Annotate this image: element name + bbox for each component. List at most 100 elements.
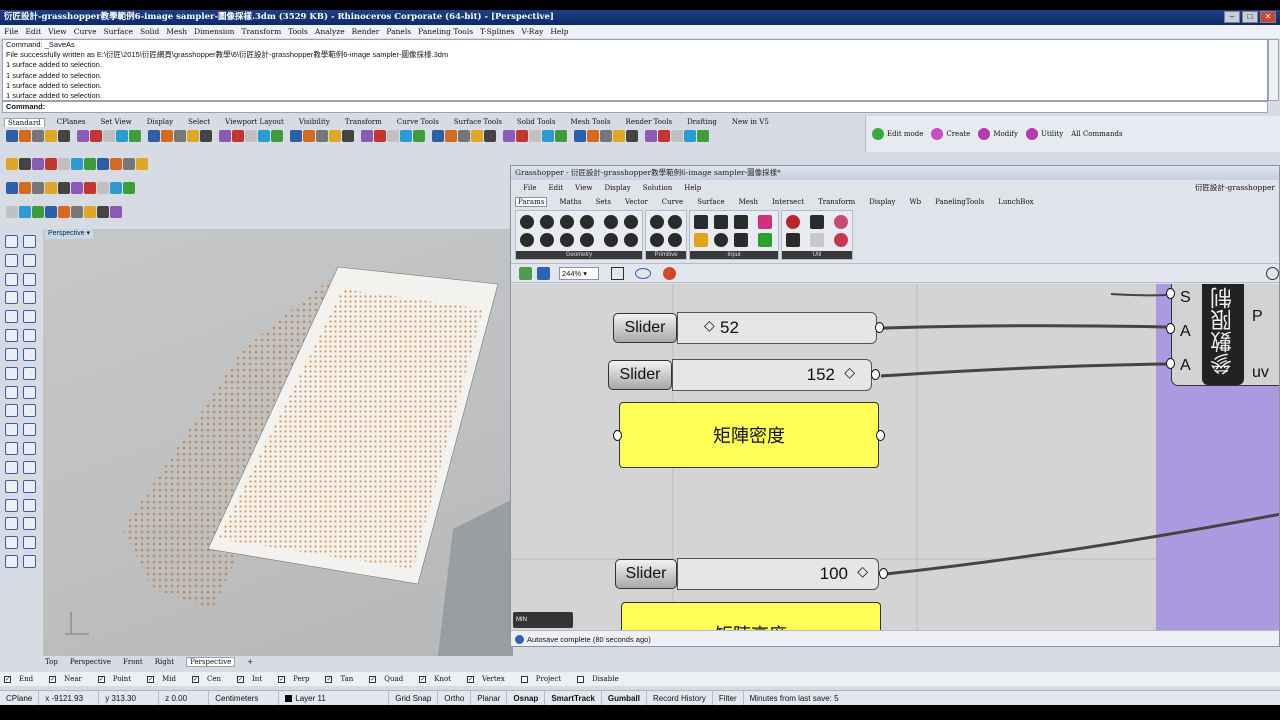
side-tool-icon[interactable] [5, 253, 18, 267]
toolbar-icon[interactable] [58, 130, 70, 142]
toolbar-tab-visibility[interactable]: Visibility [296, 118, 333, 126]
osnap-checkbox[interactable]: ✓ [192, 675, 199, 683]
menu-item-v-ray[interactable]: V-Ray [522, 27, 544, 36]
toolbar-icon[interactable] [32, 206, 44, 218]
side-tool-icon[interactable] [23, 347, 36, 361]
toolbar-tab-render-tools[interactable]: Render Tools [623, 118, 676, 126]
toolbar-icon[interactable] [90, 130, 102, 142]
menu-item-solid[interactable]: Solid [140, 27, 159, 36]
param-icon[interactable] [540, 215, 554, 229]
input-icon[interactable] [714, 233, 728, 247]
toolbar-icon[interactable] [684, 130, 696, 142]
toolbar-icon[interactable] [58, 182, 70, 194]
status-toggle-gumball[interactable]: Gumball [602, 690, 647, 706]
side-tool-icon[interactable] [23, 235, 36, 248]
slider-track[interactable]: 100 ◇ [677, 558, 879, 590]
side-tool-icon[interactable] [23, 517, 36, 531]
toolbar-icon[interactable] [484, 130, 496, 142]
gh-menu-solution[interactable]: Solution [643, 184, 673, 192]
toolbar-icon[interactable] [387, 130, 399, 142]
status-toggle-filter[interactable]: Filter [713, 690, 744, 706]
toolbar-icon[interactable] [6, 182, 18, 194]
slider-track[interactable]: 152 ◇ [672, 359, 872, 391]
toolbar-tab-solid-tools[interactable]: Solid Tools [514, 118, 559, 126]
toolbar-icon[interactable] [316, 130, 328, 142]
side-tool-icon[interactable] [5, 404, 18, 418]
toolbar-icon[interactable] [19, 206, 31, 218]
toolbar-icon[interactable] [671, 130, 683, 142]
toolbar-icon[interactable] [71, 158, 83, 170]
toolbar-icon[interactable] [45, 206, 57, 218]
arrow-outline-icon[interactable] [810, 233, 824, 247]
toolbar-icon[interactable] [123, 182, 135, 194]
toolbar-icon[interactable] [58, 158, 70, 170]
toolbar-icon[interactable] [232, 130, 244, 142]
menu-item-view[interactable]: View [48, 27, 67, 36]
toolbar-icon[interactable] [516, 130, 528, 142]
toolbar-icon[interactable] [471, 130, 483, 142]
toolbar-tab-standard[interactable]: Standard [4, 117, 45, 127]
side-tool-icon[interactable] [23, 479, 36, 493]
component-parameter-limit[interactable]: S A A 參數限制 P uv [1171, 284, 1279, 386]
toolbar-icon[interactable] [32, 158, 44, 170]
osnap-project[interactable]: Project [520, 675, 569, 683]
osnap-checkbox[interactable]: ✓ [325, 675, 333, 683]
panel-item-all-commands[interactable]: All Commands [1071, 130, 1122, 138]
param-icon[interactable] [604, 233, 618, 247]
input-icon[interactable] [694, 233, 708, 247]
output-knob[interactable] [879, 568, 888, 579]
param-icon[interactable] [668, 215, 682, 229]
toolbar-icon[interactable] [84, 206, 96, 218]
toolbar-icon[interactable] [600, 130, 612, 142]
util-icon[interactable] [786, 233, 800, 247]
toolbar-tab-drafting[interactable]: Drafting [684, 118, 720, 126]
toolbar-tab-display[interactable]: Display [144, 118, 176, 126]
output-knob[interactable] [876, 430, 885, 441]
param-icon[interactable] [580, 215, 594, 229]
input-knob[interactable] [613, 430, 622, 441]
gh-menu-file[interactable]: File [523, 184, 536, 192]
number-slider-3[interactable]: Slider 100 ◇ [615, 558, 879, 590]
menu-item-surface[interactable]: Surface [104, 27, 133, 36]
close-button[interactable]: ✕ [1260, 11, 1276, 23]
input-icon[interactable] [758, 215, 772, 229]
viewport-tab-front[interactable]: Front [123, 658, 143, 666]
gh-tab-display[interactable]: Display [867, 198, 897, 206]
osnap-tan[interactable]: ✓ Tan [325, 675, 361, 683]
viewport-tab-perspective[interactable]: Perspective [70, 658, 111, 666]
slider-grip[interactable]: ◇ [704, 317, 715, 334]
toolbar-icon[interactable] [71, 182, 83, 194]
panel-item-modify[interactable]: Modify [978, 128, 1018, 140]
side-tool-icon[interactable] [5, 366, 18, 380]
input-knob[interactable] [1166, 288, 1175, 299]
open-file-icon[interactable] [519, 267, 532, 280]
toolbar-icon[interactable] [542, 130, 554, 142]
side-tool-icon[interactable] [5, 329, 18, 343]
osnap-near[interactable]: ✓ Near [49, 675, 90, 683]
param-icon[interactable] [650, 233, 664, 247]
toolbar-icon[interactable] [258, 130, 270, 142]
param-icon[interactable] [624, 215, 638, 229]
osnap-checkbox[interactable]: ✓ [237, 675, 245, 683]
menu-item-panels[interactable]: Panels [386, 27, 411, 36]
gh-tab-intersect[interactable]: Intersect [770, 198, 806, 206]
canvas-widget[interactable]: MIN [513, 612, 573, 628]
panel-item-utility[interactable]: Utility [1025, 128, 1063, 140]
osnap-mid[interactable]: ✓ Mid [147, 675, 184, 683]
toolbar-icon[interactable] [110, 182, 122, 194]
side-tool-icon[interactable] [5, 235, 18, 248]
toolbar-icon[interactable] [219, 130, 231, 142]
gh-menu-edit[interactable]: Edit [548, 184, 563, 192]
grasshopper-canvas[interactable]: Slider ◇ 52 Slider 152 ◇ 矩陣密度 Slider 100… [511, 284, 1279, 630]
input-knob[interactable] [1166, 323, 1175, 334]
toolbar-icon[interactable] [97, 182, 109, 194]
osnap-checkbox[interactable]: ✓ [97, 675, 105, 683]
toolbar-icon[interactable] [374, 130, 386, 142]
sketch-pen-icon[interactable] [663, 267, 676, 280]
toolbar-tab-select[interactable]: Select [185, 118, 213, 126]
side-tool-icon[interactable] [23, 253, 36, 267]
toolbar-tab-curve-tools[interactable]: Curve Tools [394, 118, 442, 126]
toolbar-icon[interactable] [161, 130, 173, 142]
osnap-checkbox[interactable]: ✓ [278, 675, 286, 683]
param-icon[interactable] [580, 233, 594, 247]
